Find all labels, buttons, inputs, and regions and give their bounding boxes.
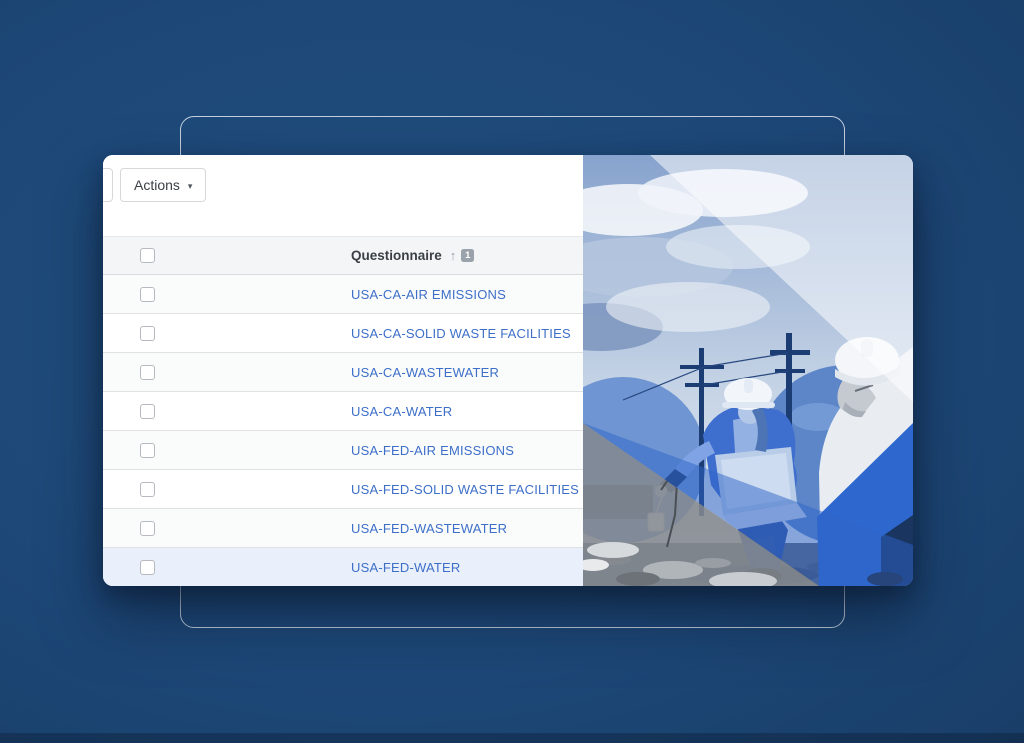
row-label-cell: USA-FED-WASTEWATER bbox=[351, 521, 583, 536]
column-header-questionnaire[interactable]: Questionnaire bbox=[351, 248, 442, 263]
row-checkbox[interactable] bbox=[140, 365, 155, 380]
actions-button[interactable]: Actions ▾ bbox=[120, 168, 206, 202]
row-label-cell: USA-FED-WATER bbox=[351, 560, 583, 575]
row-checkbox[interactable] bbox=[140, 521, 155, 536]
row-checkbox-cell bbox=[103, 482, 351, 497]
row-label-cell: USA-FED-AIR EMISSIONS bbox=[351, 443, 583, 458]
actions-button-label: Actions bbox=[134, 177, 180, 193]
field-workers-illustration bbox=[583, 155, 913, 586]
row-checkbox[interactable] bbox=[140, 560, 155, 575]
table-row[interactable]: USA-FED-AIR EMISSIONS bbox=[103, 431, 583, 470]
field-workers-photo bbox=[583, 155, 913, 586]
table-row[interactable]: USA-CA-WASTEWATER bbox=[103, 353, 583, 392]
row-checkbox[interactable] bbox=[140, 287, 155, 302]
row-checkbox-cell bbox=[103, 326, 351, 341]
questionnaire-link[interactable]: USA-CA-SOLID WASTE FACILITIES bbox=[351, 326, 571, 341]
table-row[interactable]: USA-CA-AIR EMISSIONS bbox=[103, 275, 583, 314]
table-row[interactable]: USA-FED-WATER bbox=[103, 548, 583, 586]
table-header-row: Questionnaire ↑ 1 bbox=[103, 236, 583, 275]
row-label-cell: USA-FED-SOLID WASTE FACILITIES bbox=[351, 482, 583, 497]
table-row[interactable]: USA-FED-SOLID WASTE FACILITIES bbox=[103, 470, 583, 509]
cloud bbox=[606, 282, 770, 332]
row-checkbox[interactable] bbox=[140, 404, 155, 419]
table-row[interactable]: USA-FED-WASTEWATER bbox=[103, 509, 583, 548]
questionnaire-link[interactable]: USA-CA-WATER bbox=[351, 404, 452, 419]
sort-ascending-icon[interactable]: ↑ bbox=[450, 248, 457, 263]
page-background: Actions ▾ Questionnaire ↑ 1 USA-CA-AIR E… bbox=[0, 0, 1024, 743]
questionnaire-link[interactable]: USA-CA-WASTEWATER bbox=[351, 365, 499, 380]
questionnaire-link[interactable]: USA-FED-AIR EMISSIONS bbox=[351, 443, 514, 458]
row-checkbox[interactable] bbox=[140, 326, 155, 341]
questionnaire-card: Actions ▾ Questionnaire ↑ 1 USA-CA-AIR E… bbox=[103, 155, 913, 586]
row-checkbox-cell bbox=[103, 404, 351, 419]
questionnaire-link[interactable]: USA-FED-WASTEWATER bbox=[351, 521, 507, 536]
cut-off-button[interactable] bbox=[103, 168, 113, 202]
header-checkbox-cell bbox=[103, 248, 351, 263]
row-checkbox-cell bbox=[103, 443, 351, 458]
select-all-checkbox[interactable] bbox=[140, 248, 155, 263]
table-row[interactable]: USA-CA-SOLID WASTE FACILITIES bbox=[103, 314, 583, 353]
questionnaire-link[interactable]: USA-FED-WATER bbox=[351, 560, 460, 575]
row-label-cell: USA-CA-SOLID WASTE FACILITIES bbox=[351, 326, 583, 341]
row-checkbox-cell bbox=[103, 287, 351, 302]
row-label-cell: USA-CA-WASTEWATER bbox=[351, 365, 583, 380]
header-label-cell: Questionnaire ↑ 1 bbox=[351, 248, 583, 263]
sort-priority-badge: 1 bbox=[461, 249, 474, 262]
row-label-cell: USA-CA-AIR EMISSIONS bbox=[351, 287, 583, 302]
row-checkbox-cell bbox=[103, 521, 351, 536]
questionnaire-link[interactable]: USA-FED-SOLID WASTE FACILITIES bbox=[351, 482, 579, 497]
table-row[interactable]: USA-CA-WATER bbox=[103, 392, 583, 431]
questionnaire-link[interactable]: USA-CA-AIR EMISSIONS bbox=[351, 287, 506, 302]
caret-down-icon: ▾ bbox=[188, 182, 193, 191]
table-toolbar: Actions ▾ bbox=[103, 155, 583, 236]
questionnaire-table-pane: Actions ▾ Questionnaire ↑ 1 USA-CA-AIR E… bbox=[103, 155, 583, 586]
row-checkbox[interactable] bbox=[140, 443, 155, 458]
row-checkbox-cell bbox=[103, 365, 351, 380]
row-checkbox-cell bbox=[103, 560, 351, 575]
row-checkbox[interactable] bbox=[140, 482, 155, 497]
row-label-cell: USA-CA-WATER bbox=[351, 404, 583, 419]
table-body: USA-CA-AIR EMISSIONS USA-CA-SOLID WASTE … bbox=[103, 275, 583, 586]
